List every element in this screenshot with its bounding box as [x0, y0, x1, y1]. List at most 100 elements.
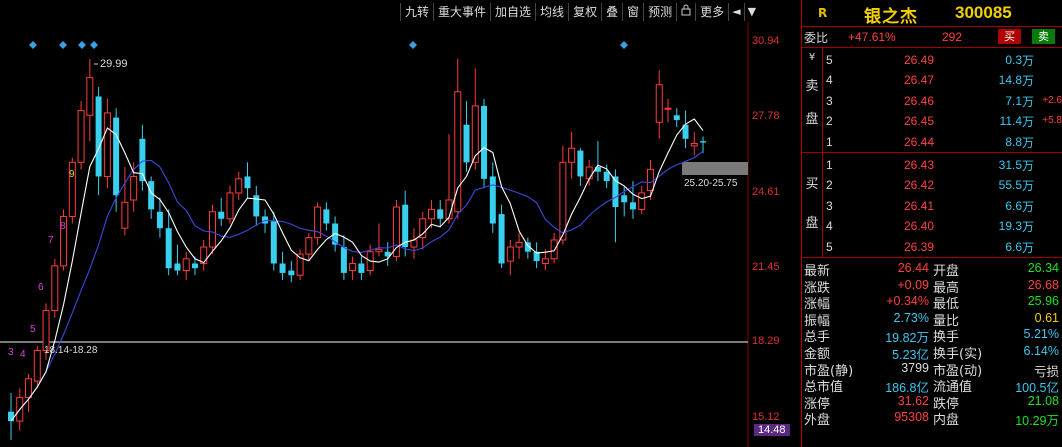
candle-body-up — [690, 143, 698, 147]
candle-body-up — [550, 239, 558, 260]
order-ratio-row: 委比 +47.61% 292 买 卖 — [802, 27, 1062, 48]
bid-volume: 19.3 — [998, 219, 1022, 234]
candle-body-down — [8, 411, 14, 422]
candle-body-up — [77, 110, 85, 163]
quote-header: R 银之杰 300085 — [802, 0, 1062, 27]
candle-body-up — [200, 246, 208, 264]
kline-chart[interactable]: 3 45678929.9925.20-25.7518.14-18.28 — [0, 0, 800, 447]
bid-price: 26.41 — [903, 198, 934, 213]
ask-level: 5 — [826, 53, 833, 67]
candle-body-up — [103, 112, 111, 177]
buy-button[interactable]: 买 — [998, 29, 1021, 44]
ask-row[interactable]: 1 26.44 8.8 万 — [824, 132, 1062, 152]
stat-row: 最新 26.44 开盘 26.34 — [802, 260, 1062, 279]
stat-value: +0.09 — [897, 277, 929, 292]
bid-row[interactable]: 5 26.39 6.6 万 — [824, 237, 1062, 257]
price-axis-label: 18.29 — [752, 335, 780, 347]
quote-panel: R 银之杰 300085 委比 +47.61% 292 买 卖 ¥ 卖 盘 5 2… — [801, 0, 1062, 447]
ask-level: 1 — [826, 134, 833, 149]
bid-volume: 55.5 — [998, 178, 1022, 193]
price-axis-label: 30.94 — [752, 35, 780, 47]
bid-row[interactable]: 1 26.43 31.5 万 — [824, 155, 1062, 175]
ask-level: 2 — [826, 114, 833, 129]
stat-row: 涨跌 +0.09 最高 26.68 — [802, 277, 1062, 296]
candle-body-down — [673, 115, 680, 120]
toolbar-window[interactable]: 窗 — [622, 3, 643, 21]
sell-button[interactable]: 卖 — [1032, 29, 1055, 44]
stock-code: 300085 — [955, 3, 1012, 22]
toolbar-adjust[interactable]: 复权 — [568, 3, 601, 21]
yen-icon: ¥ — [808, 52, 816, 63]
bid-volume: 31.5 — [998, 158, 1022, 172]
toolbar-more[interactable]: 更多 — [695, 3, 728, 21]
ask-row[interactable]: 4 26.47 14.8 万 — [824, 70, 1062, 90]
bid-row[interactable]: 2 26.42 55.5 万 — [824, 175, 1062, 195]
ask-unit: 万 — [1021, 115, 1034, 130]
nine-turn-label: 3 — [8, 347, 14, 358]
ask-row[interactable]: 2 26.45 11.4 万 +5.8 — [824, 111, 1062, 131]
candle-body-down — [165, 228, 172, 269]
bid-row[interactable]: 4 26.40 19.3 万 — [824, 216, 1062, 236]
stat-value: 2.73% — [893, 310, 929, 325]
stat-value: 5.21% — [1023, 327, 1059, 342]
bid-row[interactable]: 3 26.41 6.6 万 — [824, 196, 1062, 216]
ask-volume: 0.3 — [1005, 53, 1022, 67]
toolbar-forecast[interactable]: 预测 — [643, 3, 676, 21]
ask-row[interactable]: 3 26.46 7.1 万 +2.6 — [824, 91, 1062, 111]
ask-volume: 14.8 — [998, 73, 1022, 88]
ask-price: 26.46 — [903, 93, 934, 108]
toolbar-major-events[interactable]: 重大事件 — [433, 3, 490, 21]
candle-body-up — [638, 192, 646, 210]
candle-body-down — [218, 211, 225, 219]
candle-body-down — [621, 195, 628, 203]
bid-level: 3 — [826, 198, 833, 213]
candle-body-down — [700, 141, 707, 143]
resistance-box — [682, 162, 748, 175]
toolbar-nine-turn[interactable]: 九转 — [400, 3, 433, 21]
ask-price: 26.47 — [903, 73, 934, 88]
price-axis-label: 21.45 — [752, 261, 780, 273]
stat-row: 涨幅 +0.34% 最低 25.96 — [802, 293, 1062, 312]
collapse-left-icon[interactable]: ◄ — [728, 3, 743, 21]
bid-price: 26.40 — [903, 219, 934, 234]
candle-body-up — [646, 168, 654, 192]
ask-side-label: ¥ 卖 盘 — [802, 48, 823, 152]
signal-diamond-icon — [78, 41, 86, 49]
stat-row: 外盘 95308 内盘 10.29万 — [802, 409, 1062, 429]
candle-body-down — [113, 117, 120, 196]
bid-level: 2 — [826, 178, 833, 193]
nine-turn-label: 8 — [60, 221, 66, 232]
bid-unit: 万 — [1021, 179, 1034, 194]
ask-unit: 万 — [1021, 94, 1034, 109]
candle-body-up — [121, 201, 129, 229]
candle-body-up — [664, 107, 672, 110]
candle-body-down — [463, 124, 470, 163]
stat-value: 6.14% — [1023, 343, 1059, 358]
toolbar-moving-average[interactable]: 均线 — [535, 3, 568, 21]
stat-row: 总市值 186.8亿 流通值 100.5亿 — [802, 376, 1062, 395]
dropdown-arrow-icon[interactable]: ▼ — [743, 3, 759, 21]
kline-chart-area[interactable]: 3 4 5 6 7 8 9 29.99 25.20-25.75 18.14-18.28 九转 重大… — [0, 0, 800, 447]
candle-body-down — [244, 176, 251, 189]
toolbar-add-watchlist[interactable]: 加自选 — [490, 3, 535, 21]
bid-volume: 6.6 — [1005, 198, 1022, 213]
candle-body-down — [577, 150, 584, 177]
ask-level: 4 — [826, 73, 833, 88]
candle-body-up — [427, 208, 435, 220]
bid-unit: 万 — [1021, 220, 1034, 235]
stat-label: 外盘 — [804, 413, 831, 429]
bid-volume: 6.6 — [1005, 239, 1022, 254]
lock-icon[interactable] — [676, 3, 695, 21]
candle-body-up — [541, 258, 549, 264]
ask-row[interactable]: 5 26.49 0.3 万 — [824, 50, 1062, 70]
nine-turn-label: 7 — [48, 235, 54, 246]
candle-body-down — [174, 263, 181, 271]
candle-body-up — [515, 241, 523, 248]
stat-row: 市盈(静) 3799 市盈(动) 亏损 — [802, 360, 1062, 379]
toolbar-overlay[interactable]: 叠 — [601, 3, 622, 21]
stat-value: 0.61 — [1034, 310, 1059, 325]
stat-label: 内盘 — [933, 413, 960, 429]
stat-row: 振幅 2.73% 量比 0.61 — [802, 310, 1062, 329]
ask-change: +2.6 — [1042, 94, 1062, 106]
candle-body-down — [629, 202, 636, 210]
